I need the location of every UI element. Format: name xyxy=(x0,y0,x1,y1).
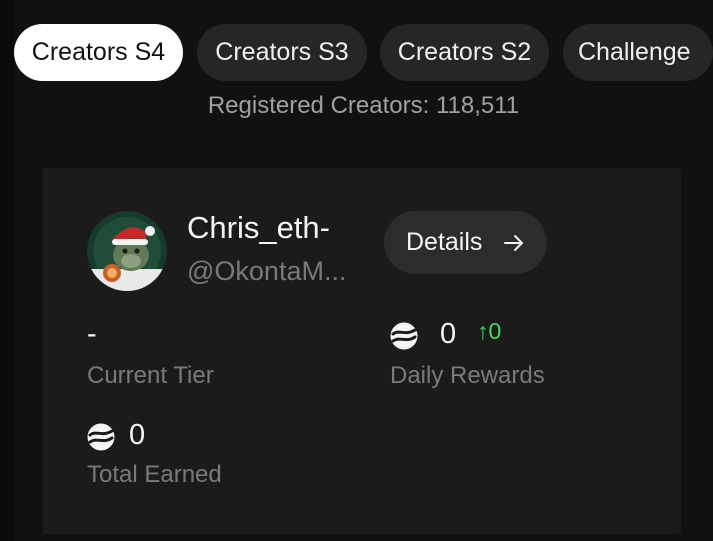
total-earned-value: 0 xyxy=(129,419,146,451)
tab-creators-s3[interactable]: Creators S3 xyxy=(197,24,367,81)
total-earned-label: Total Earned xyxy=(87,461,222,488)
creator-name: Chris_eth- xyxy=(187,210,330,245)
current-tier-label: Current Tier xyxy=(87,362,214,389)
current-tier-value: - xyxy=(87,318,97,350)
tab-challenge[interactable]: Challenge xyxy=(563,24,713,81)
tab-creators-s4[interactable]: Creators S4 xyxy=(14,24,183,81)
daily-rewards-label: Daily Rewards xyxy=(390,362,545,389)
registered-creators-count: Registered Creators: 118,511 xyxy=(207,92,520,119)
daily-rewards-delta: ↑0 xyxy=(477,318,502,344)
tab-creators-s2[interactable]: Creators S2 xyxy=(380,24,549,81)
coin-icon xyxy=(87,423,115,451)
daily-rewards-value: 0 xyxy=(440,318,457,350)
creator-handle: @OkontaM... xyxy=(187,256,347,286)
coin-icon xyxy=(390,322,418,350)
avatar[interactable] xyxy=(87,211,167,291)
details-label: Details xyxy=(406,228,483,256)
arrow-right-icon xyxy=(504,235,523,251)
creator-card: Chris_eth- @OkontaM... Details - Current… xyxy=(43,168,681,534)
details-button[interactable]: Details xyxy=(384,211,547,274)
